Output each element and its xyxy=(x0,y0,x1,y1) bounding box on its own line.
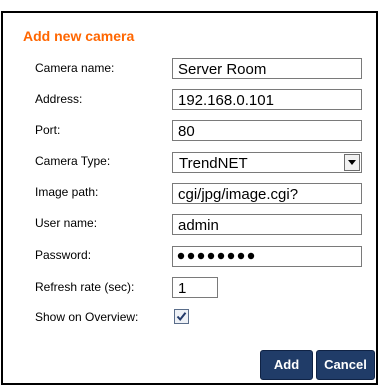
password-dot xyxy=(227,252,235,260)
camera-type-value: TrendNET xyxy=(179,155,248,172)
camera-name-label: Camera name: xyxy=(35,61,115,75)
password-dot xyxy=(197,252,205,260)
password-dot xyxy=(207,252,215,260)
camera-type-select[interactable]: TrendNET xyxy=(172,152,362,173)
password-dot xyxy=(177,252,185,260)
password-input[interactable] xyxy=(172,246,362,267)
dialog-title: Add new camera xyxy=(23,28,135,44)
refresh-rate-label: Refresh rate (sec): xyxy=(35,280,135,294)
password-dot xyxy=(187,252,195,260)
chevron-down-icon xyxy=(348,160,356,165)
camera-name-input[interactable]: Server Room xyxy=(172,58,362,79)
show-on-overview-checkbox[interactable] xyxy=(174,309,189,324)
address-input[interactable]: 192.168.0.101 xyxy=(172,89,362,110)
address-label: Address: xyxy=(35,92,83,106)
camera-type-label: Camera Type: xyxy=(35,154,111,168)
image-path-input[interactable]: cgi/jpg/image.cgi? xyxy=(172,183,362,204)
dropdown-arrow-button[interactable] xyxy=(344,154,360,171)
password-dot xyxy=(247,252,255,260)
user-name-label: User name: xyxy=(35,216,98,230)
refresh-rate-input[interactable]: 1 xyxy=(172,277,218,298)
cancel-button[interactable]: Cancel xyxy=(316,350,375,380)
port-input[interactable]: 80 xyxy=(172,120,362,141)
user-name-input[interactable]: admin xyxy=(172,214,362,235)
password-dot xyxy=(237,252,245,260)
password-dot xyxy=(217,252,225,260)
add-camera-dialog: Add new camera Camera name: Server Room … xyxy=(1,11,378,385)
add-button[interactable]: Add xyxy=(260,350,313,380)
show-on-overview-label: Show on Overview: xyxy=(35,310,139,324)
password-mask-dots xyxy=(177,252,255,260)
checkmark-icon xyxy=(176,312,187,322)
image-path-label: Image path: xyxy=(35,185,99,199)
port-label: Port: xyxy=(35,123,61,137)
password-label: Password: xyxy=(35,248,92,262)
